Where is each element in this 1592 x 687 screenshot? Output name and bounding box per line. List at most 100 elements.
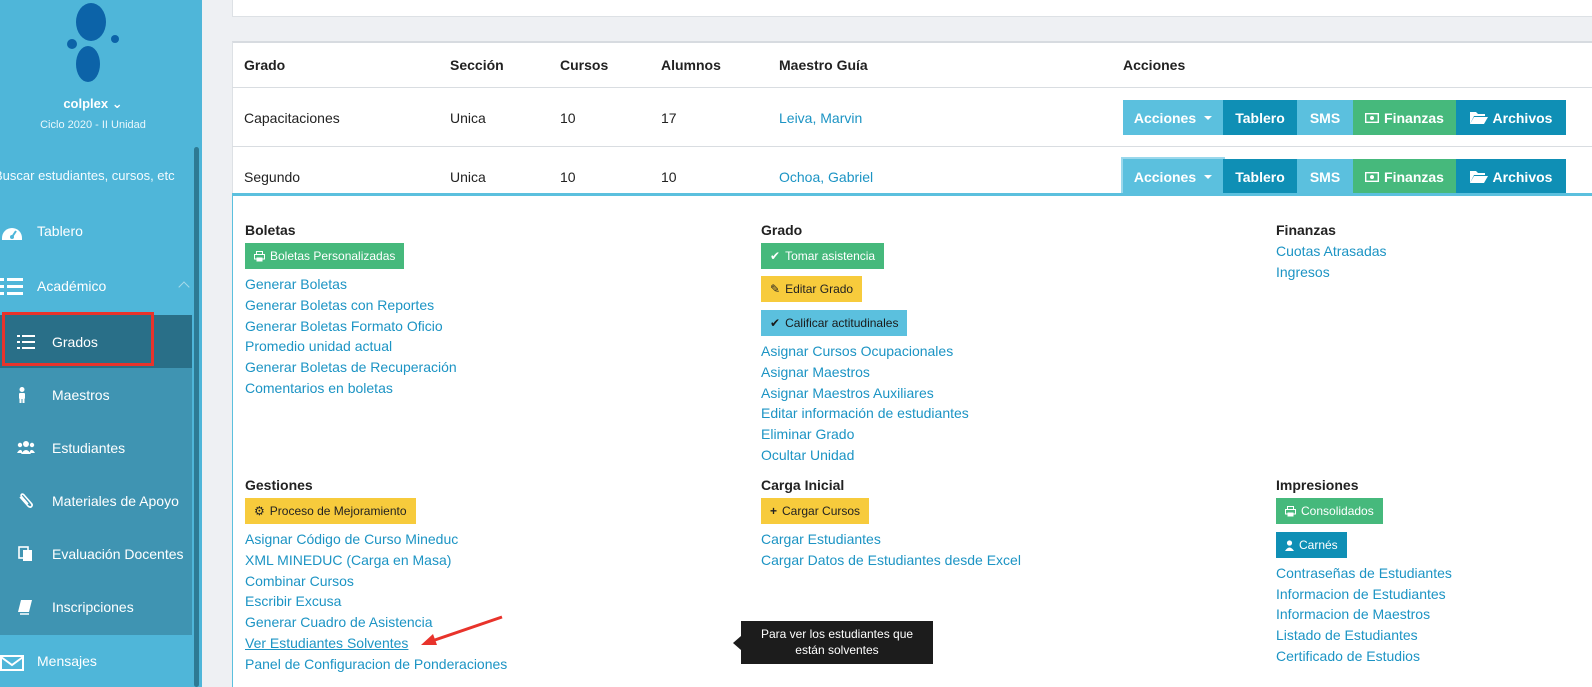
chevron-up-icon <box>178 281 190 293</box>
link-cuadro-asistencia[interactable]: Generar Cuadro de Asistencia <box>245 614 433 630</box>
finanzas-button[interactable]: Finanzas <box>1353 159 1456 194</box>
archivos-button[interactable]: Archivos <box>1456 159 1566 194</box>
nav-academico[interactable]: Académico <box>0 261 202 313</box>
sms-button[interactable]: SMS <box>1297 159 1353 194</box>
tablero-button[interactable]: Tablero <box>1223 100 1297 135</box>
link-informacion-estudiantes[interactable]: Informacion de Estudiantes <box>1276 586 1446 602</box>
check-icon: ✔ <box>770 249 781 263</box>
finanzas-button[interactable]: Finanzas <box>1353 100 1456 135</box>
cell-grado: Segundo <box>244 169 301 185</box>
link-boletas-recuperacion[interactable]: Generar Boletas de Recuperación <box>245 359 457 375</box>
button-label: Boletas Personalizadas <box>270 249 396 263</box>
section-title-gestiones: Gestiones <box>245 477 313 493</box>
search-input[interactable]: Buscar estudiantes, cursos, etc <box>0 168 202 183</box>
link-ver-estudiantes-solventes[interactable]: Ver Estudiantes Solventes <box>245 635 408 651</box>
consolidados-button[interactable]: Consolidados <box>1276 498 1383 524</box>
cell-alumnos: 10 <box>661 169 677 185</box>
carnes-button[interactable]: Carnés <box>1276 532 1347 558</box>
button-label: Tablero <box>1235 168 1285 185</box>
link-escribir-excusa[interactable]: Escribir Excusa <box>245 593 341 609</box>
link-codigo-mineduc[interactable]: Asignar Código de Curso Mineduc <box>245 531 458 547</box>
sidebar-item-label: Maestros <box>52 387 110 403</box>
link-comentarios-boletas[interactable]: Comentarios en boletas <box>245 380 393 396</box>
sidebar-item-estudiantes[interactable]: Estudiantes <box>0 421 192 474</box>
cell-alumnos: 17 <box>661 110 677 126</box>
link-certificado-estudios[interactable]: Certificado de Estudios <box>1276 648 1420 664</box>
nav-mensajes[interactable]: Mensajes <box>0 636 202 687</box>
button-label: Cargar Cursos <box>782 504 861 518</box>
button-label: Acciones <box>1133 109 1197 126</box>
grados-highlight-annotation <box>2 312 154 366</box>
caret-down-icon <box>1204 115 1213 120</box>
dashboard-icon <box>2 228 22 240</box>
proceso-mejoramiento-button[interactable]: ⚙ Proceso de Mejoramiento <box>245 498 416 524</box>
cell-grado: Capacitaciones <box>244 110 340 126</box>
link-eliminar-grado[interactable]: Eliminar Grado <box>761 426 854 442</box>
section-title-finanzas: Finanzas <box>1276 222 1336 238</box>
link-promedio-unidad[interactable]: Promedio unidad actual <box>245 338 392 354</box>
link-ocultar-unidad[interactable]: Ocultar Unidad <box>761 447 854 463</box>
tablero-button[interactable]: Tablero <box>1223 159 1297 194</box>
sidebar-scrollbar[interactable] <box>194 147 199 687</box>
header-alumnos: Alumnos <box>661 57 721 73</box>
paperclip-icon <box>19 493 33 508</box>
sidebar-item-inscripciones[interactable]: Inscripciones <box>0 580 192 633</box>
user-icon <box>1285 539 1294 551</box>
brand-switcher[interactable]: colplex ⌄ <box>0 96 186 112</box>
folder-open-icon <box>1469 111 1488 124</box>
link-boletas-reportes[interactable]: Generar Boletas con Reportes <box>245 297 434 313</box>
section-title-impresiones: Impresiones <box>1276 477 1359 493</box>
link-informacion-maestros[interactable]: Informacion de Maestros <box>1276 606 1430 622</box>
acciones-dropdown-button[interactable]: Acciones <box>1121 157 1225 196</box>
link-asignar-maestros-auxiliares[interactable]: Asignar Maestros Auxiliares <box>761 385 934 401</box>
folder-open-icon <box>1469 170 1488 183</box>
link-asignar-maestros[interactable]: Asignar Maestros <box>761 364 870 380</box>
plus-icon: + <box>770 504 778 518</box>
tomar-asistencia-button[interactable]: ✔ Tomar asistencia <box>761 243 885 269</box>
sms-button[interactable]: SMS <box>1297 100 1353 135</box>
button-label: Calificar actitudinales <box>785 316 899 330</box>
link-combinar-cursos[interactable]: Combinar Cursos <box>245 573 354 589</box>
button-label: Consolidados <box>1301 504 1374 518</box>
link-cargar-datos-excel[interactable]: Cargar Datos de Estudiantes desde Excel <box>761 552 1021 568</box>
top-card <box>232 0 1592 17</box>
sidebar-item-materiales[interactable]: Materiales de Apoyo <box>0 474 192 527</box>
link-panel-ponderaciones[interactable]: Panel de Configuracion de Ponderaciones <box>245 656 507 672</box>
button-label: Archivos <box>1492 168 1553 185</box>
link-cuotas-atrasadas[interactable]: Cuotas Atrasadas <box>1276 243 1387 259</box>
button-label: Finanzas <box>1384 109 1444 126</box>
colplex-logo-icon <box>67 3 119 82</box>
sidebar-item-maestros[interactable]: Maestros <box>0 368 192 421</box>
button-label: SMS <box>1309 109 1341 126</box>
button-label: Carnés <box>1299 538 1338 552</box>
link-generar-boletas[interactable]: Generar Boletas <box>245 276 347 292</box>
teacher-link[interactable]: Ochoa, Gabriel <box>779 169 873 185</box>
envelope-icon <box>0 655 24 671</box>
tooltip-arrow <box>733 636 741 650</box>
editar-grado-button[interactable]: ✎ Editar Grado <box>761 276 863 302</box>
sidebar-item-label: Inscripciones <box>52 599 134 615</box>
nav-label: Mensajes <box>37 653 97 669</box>
sidebar-item-evaluacion[interactable]: Evaluación Docentes <box>0 527 192 580</box>
link-listado-estudiantes[interactable]: Listado de Estudiantes <box>1276 627 1418 643</box>
teacher-link[interactable]: Leiva, Marvin <box>779 110 862 126</box>
button-label: Acciones <box>1133 168 1197 185</box>
link-boletas-oficio[interactable]: Generar Boletas Formato Oficio <box>245 318 443 334</box>
acciones-dropdown-button[interactable]: Acciones <box>1123 100 1223 135</box>
nav-tablero[interactable]: Tablero <box>0 206 202 258</box>
link-editar-info-estudiantes[interactable]: Editar información de estudiantes <box>761 405 969 421</box>
person-icon <box>19 387 25 403</box>
cargar-cursos-button[interactable]: + Cargar Cursos <box>761 498 870 524</box>
link-cargar-estudiantes[interactable]: Cargar Estudiantes <box>761 531 881 547</box>
section-title-carga-inicial: Carga Inicial <box>761 477 845 493</box>
link-contrasenas-estudiantes[interactable]: Contraseñas de Estudiantes <box>1276 565 1452 581</box>
link-asignar-cursos-ocupacionales[interactable]: Asignar Cursos Ocupacionales <box>761 343 953 359</box>
nav-label: Tablero <box>37 223 83 239</box>
cell-cursos: 10 <box>560 110 576 126</box>
link-xml-mineduc[interactable]: XML MINEDUC (Carga en Masa) <box>245 552 451 568</box>
link-ingresos[interactable]: Ingresos <box>1276 264 1330 280</box>
boletas-personalizadas-button[interactable]: Boletas Personalizadas <box>245 243 405 269</box>
calificar-actitudinales-button[interactable]: ✔ Calificar actitudinales <box>761 310 908 336</box>
sidebar-item-label: Evaluación Docentes <box>52 546 184 562</box>
archivos-button[interactable]: Archivos <box>1456 100 1566 135</box>
